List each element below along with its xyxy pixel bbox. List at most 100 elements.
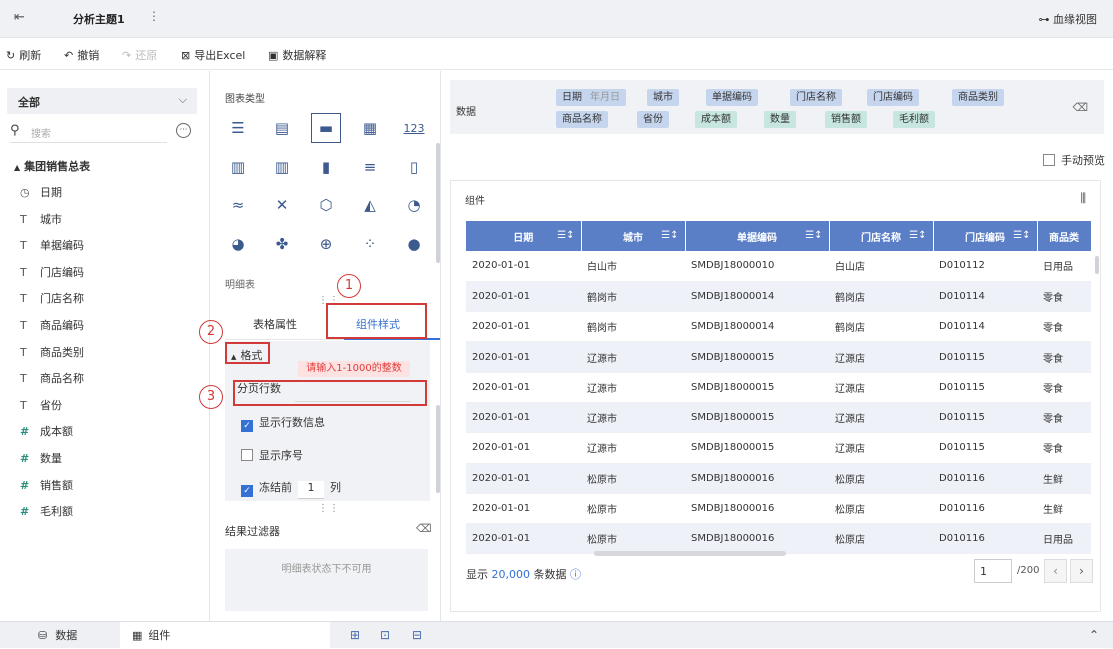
- table-row[interactable]: 2020-01-01 辽源市 SMDBJ18000015 辽源店 D010115 零食: [466, 432, 1091, 464]
- more-menu-icon[interactable]: ⋮: [148, 9, 160, 23]
- field-pill[interactable]: 销售额: [825, 111, 867, 128]
- table-row[interactable]: 2020-01-01 鹤岗市 SMDBJ18000014 鹤岗店 D010114 零食: [466, 281, 1091, 313]
- more-options-icon[interactable]: ···: [176, 123, 191, 138]
- line-icon[interactable]: ≈: [223, 190, 253, 220]
- show-index-checkbox[interactable]: 显示序号: [241, 447, 303, 463]
- detail-table-icon[interactable]: ▬: [311, 113, 341, 143]
- gauge-icon[interactable]: ◔: [399, 190, 429, 220]
- field-item[interactable]: ◷ 日期: [20, 184, 62, 200]
- info-icon[interactable]: ⓘ: [570, 568, 581, 581]
- field-item[interactable]: T 门店名称: [20, 290, 84, 306]
- manual-preview-checkbox[interactable]: 手动预览: [1043, 152, 1105, 168]
- field-item[interactable]: T 城市: [20, 211, 62, 227]
- data-explain-button[interactable]: ▣ 数据解释: [268, 47, 326, 63]
- field-item[interactable]: T 门店编码: [20, 264, 84, 280]
- table-row[interactable]: 2020-01-01 松原市 SMDBJ18000016 松原店 D010116 生鲜: [466, 463, 1091, 494]
- chart-type-scrollbar[interactable]: [436, 143, 440, 263]
- column-header[interactable]: 门店编码 ☰↕: [933, 221, 1038, 251]
- field-pill[interactable]: 门店编码: [867, 89, 919, 106]
- field-item[interactable]: T 商品编码: [20, 317, 84, 333]
- table-row[interactable]: 2020-01-01 辽源市 SMDBJ18000015 辽源店 D010115 零食: [466, 402, 1091, 434]
- table-row[interactable]: 2020-01-01 辽源市 SMDBJ18000015 辽源店 D010115 零食: [466, 372, 1091, 403]
- field-item[interactable]: T 商品名称: [20, 370, 84, 386]
- add-component-icon[interactable]: ⊞: [350, 628, 360, 642]
- bubble-icon[interactable]: ●: [399, 229, 429, 259]
- column-header[interactable]: 城市 ☰↕: [581, 221, 686, 251]
- tree-root-item[interactable]: ▲ 集团销售总表: [14, 158, 90, 174]
- sort-icon[interactable]: ☰↕: [805, 230, 822, 241]
- export-excel-button[interactable]: ⊠ 导出Excel: [181, 47, 245, 63]
- sort-icon[interactable]: ☰↕: [557, 230, 574, 241]
- redo-button[interactable]: ↷ 还原: [122, 47, 157, 63]
- field-pill[interactable]: 商品名称: [556, 111, 608, 128]
- field-pill[interactable]: 省份: [637, 111, 669, 128]
- area-icon[interactable]: ◭: [355, 190, 385, 220]
- globe-icon[interactable]: ⊕: [311, 229, 341, 259]
- clear-icon[interactable]: ⌫: [416, 522, 432, 535]
- tab-table-properties[interactable]: 表格属性: [253, 316, 297, 332]
- show-rows-info-checkbox[interactable]: ✓ 显示行数信息: [241, 414, 325, 432]
- add-dashboard-icon[interactable]: ⊡: [380, 628, 390, 642]
- crosstab-icon[interactable]: ▤: [267, 113, 297, 143]
- prev-page-button[interactable]: ‹: [1044, 559, 1067, 583]
- add-report-icon[interactable]: ⊟: [412, 628, 422, 642]
- tab-data[interactable]: ⛁ 数据: [26, 622, 89, 649]
- drag-handle[interactable]: ⋮⋮: [318, 503, 340, 514]
- column-icon[interactable]: ▮: [311, 152, 341, 182]
- table-icon[interactable]: ☰: [223, 113, 253, 143]
- table-hscroll[interactable]: [594, 551, 786, 556]
- column-header[interactable]: 门店名称 ☰↕: [829, 221, 934, 251]
- field-item[interactable]: # 销售额: [20, 477, 73, 493]
- search-input[interactable]: ⚲ 搜索: [10, 121, 167, 143]
- exit-icon[interactable]: ⇤: [14, 10, 25, 25]
- freeze-columns-checkbox[interactable]: ✓ 冻结前 1 列: [241, 479, 341, 499]
- sort-icon[interactable]: ☰↕: [1013, 230, 1030, 241]
- field-item[interactable]: T 省份: [20, 397, 62, 413]
- pie-icon[interactable]: ◕: [223, 229, 253, 259]
- settings-scrollbar[interactable]: [436, 405, 440, 493]
- tab-component[interactable]: ▦ 组件: [120, 622, 330, 649]
- field-pill[interactable]: 成本额: [695, 111, 737, 128]
- bar-icon[interactable]: ≡: [355, 152, 385, 182]
- column-header[interactable]: 商品类: [1037, 221, 1092, 251]
- field-item[interactable]: # 数量: [20, 450, 62, 466]
- table-row[interactable]: 2020-01-01 白山市 SMDBJ18000010 白山店 D010112 日用品: [466, 251, 1091, 282]
- field-pill[interactable]: 日期 年月日: [556, 89, 626, 106]
- field-item[interactable]: # 毛利额: [20, 503, 73, 519]
- field-pill[interactable]: 门店名称: [790, 89, 842, 106]
- refresh-button[interactable]: ↻ 刷新: [6, 47, 41, 63]
- lineage-view-button[interactable]: ⊶ 血缘视图: [1039, 11, 1098, 27]
- table-row[interactable]: 2020-01-01 松原市 SMDBJ18000016 松原店 D010116 生鲜: [466, 493, 1091, 525]
- stacked-bar-icon[interactable]: ▥: [267, 152, 297, 182]
- next-page-button[interactable]: ›: [1070, 559, 1093, 583]
- clear-icon[interactable]: ⌫: [1072, 101, 1088, 114]
- table-row[interactable]: 2020-01-01 鹤岗市 SMDBJ18000014 鹤岗店 D010114 零食: [466, 311, 1091, 343]
- field-pill[interactable]: 数量: [764, 111, 796, 128]
- sort-icon[interactable]: ☰↕: [909, 230, 926, 241]
- field-pill[interactable]: 毛利额: [893, 111, 935, 128]
- scope-select[interactable]: 全部 ⌵: [7, 88, 197, 114]
- grouped-bar-icon[interactable]: ▥: [223, 152, 253, 182]
- number-icon[interactable]: 123: [399, 113, 429, 143]
- table-row[interactable]: 2020-01-01 辽源市 SMDBJ18000015 辽源店 D010115 零食: [466, 341, 1091, 373]
- columns-icon[interactable]: ⫼: [1080, 191, 1086, 206]
- field-pill[interactable]: 商品类别: [952, 89, 1004, 106]
- column-header[interactable]: 单据编码 ☰↕: [685, 221, 830, 251]
- sort-icon[interactable]: ☰↕: [661, 230, 678, 241]
- rose-icon[interactable]: ✤: [267, 229, 297, 259]
- kpi-icon[interactable]: ▦: [355, 113, 385, 143]
- field-item[interactable]: T 单据编码: [20, 237, 84, 253]
- field-item[interactable]: T 商品类别: [20, 344, 84, 360]
- table-vscroll[interactable]: [1095, 256, 1099, 274]
- page-number-input[interactable]: 1: [974, 559, 1012, 583]
- undo-button[interactable]: ↶ 撤销: [64, 47, 99, 63]
- scatter-icon[interactable]: ⁘: [355, 229, 385, 259]
- hexagon-icon[interactable]: ⬡: [311, 190, 341, 220]
- radar-line-icon[interactable]: ✕: [267, 190, 297, 220]
- field-item[interactable]: # 成本额: [20, 423, 73, 439]
- column-header[interactable]: 日期 ☰↕: [466, 221, 582, 251]
- field-pill[interactable]: 单据编码: [706, 89, 758, 106]
- freeze-columns-input[interactable]: 1: [298, 481, 324, 499]
- waterfall-icon[interactable]: ▯: [399, 152, 429, 182]
- analysis-title[interactable]: 分析主题1: [73, 11, 125, 27]
